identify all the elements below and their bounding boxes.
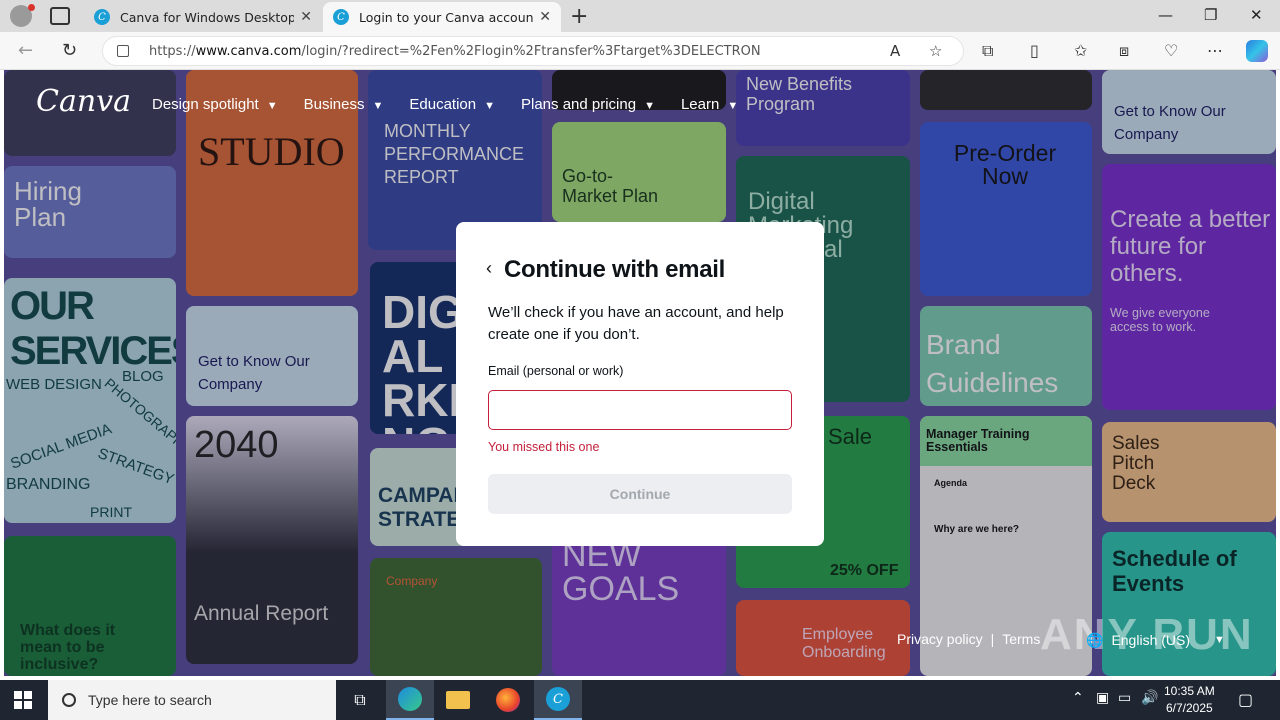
tab-canva-desktop[interactable]: C Canva for Windows Desktop App ✕ [84, 2, 322, 32]
language-label: English (US) [1111, 632, 1191, 648]
lock-icon [117, 45, 129, 57]
email-field[interactable] [488, 390, 792, 430]
taskbar-search-input[interactable]: Type here to search [48, 680, 336, 720]
back-icon[interactable]: ← [18, 40, 33, 61]
nav-education[interactable]: Education ▼ [409, 96, 495, 113]
dialog-title: Continue with email [504, 256, 725, 283]
clock-time: 10:35 AM [1164, 684, 1215, 698]
tray-meet-icon[interactable]: ▣ [1096, 690, 1109, 706]
back-chevron-icon[interactable]: ‹ [486, 258, 492, 279]
taskbar-clock[interactable]: 10:35 AM 6/7/2025 [1164, 683, 1215, 717]
volume-icon[interactable]: 🔊 [1141, 690, 1158, 706]
terms-link[interactable]: Terms [1002, 631, 1040, 647]
window-close-icon[interactable]: ✕ [1250, 6, 1263, 24]
browser-tab-bar: C Canva for Windows Desktop App ✕ C Logi… [0, 0, 1280, 32]
language-selector[interactable]: 🌐 English (US) ▼ [1086, 626, 1242, 654]
globe-icon: 🌐 [1086, 631, 1104, 648]
dialog-description: We’ll check if you have an account, and … [488, 304, 784, 343]
more-options-icon[interactable]: ⋯ [1207, 41, 1223, 60]
chevron-down-icon: ▼ [266, 100, 278, 112]
minimize-icon[interactable]: — [1158, 6, 1173, 24]
canva-taskbar-icon[interactable]: C [534, 680, 582, 720]
footer-links: Privacy policy | Terms [897, 631, 1040, 647]
privacy-policy-link[interactable]: Privacy policy [897, 631, 983, 647]
split-screen-icon[interactable]: ▯ [1030, 41, 1039, 60]
tab-canva-login[interactable]: C Login to your Canva account ✕ [323, 2, 561, 32]
search-icon [62, 693, 76, 707]
tray-chevron-up-icon[interactable]: ⌃ [1072, 690, 1084, 706]
windows-taskbar: Type here to search ⧉ C ⌃ ▣ ▭ 🔊 10:35 AM… [0, 680, 1280, 720]
clock-date: 6/7/2025 [1165, 701, 1213, 715]
file-explorer-icon[interactable] [434, 680, 482, 720]
extensions-icon[interactable]: ⧉ [982, 41, 993, 61]
new-tab-icon[interactable]: + [570, 4, 588, 29]
search-placeholder: Type here to search [88, 692, 212, 708]
notification-dot [28, 4, 35, 11]
nav-design-spotlight[interactable]: Design spotlight ▼ [152, 96, 278, 113]
chevron-down-icon: ▼ [644, 100, 655, 112]
performance-icon[interactable]: ♡ [1164, 41, 1178, 60]
collections-icon[interactable]: ⧈ [1119, 41, 1129, 61]
address-bar-row: ← ↻ https://www.canva.com/login/?redirec… [0, 32, 1280, 70]
url-text: https://www.canva.com/login/?redirect=%2… [149, 43, 761, 59]
chevron-down-icon: ▼ [484, 100, 495, 112]
notifications-icon[interactable]: ▢ [1238, 690, 1253, 709]
tab-title: Canva for Windows Desktop App [120, 9, 295, 25]
refresh-icon[interactable]: ↻ [62, 40, 77, 61]
chevron-down-icon: ▼ [372, 100, 384, 112]
maximize-icon[interactable]: ❐ [1204, 6, 1217, 24]
edge-taskbar-icon[interactable] [386, 680, 434, 720]
top-navigation: Design spotlight ▼ Business ▼ Education ▼ P… [152, 96, 738, 113]
copilot-icon[interactable] [1246, 40, 1268, 62]
network-icon[interactable]: ▭ [1118, 690, 1131, 706]
continue-button[interactable]: Continue [488, 474, 792, 514]
nav-plans-pricing[interactable]: Plans and pricing ▼ [521, 96, 655, 113]
footer-divider: | [990, 631, 995, 647]
task-view-icon[interactable]: ⧉ [336, 680, 384, 720]
canva-favicon-icon: C [94, 9, 110, 25]
tab-title: Login to your Canva account [359, 9, 534, 25]
firefox-icon[interactable] [484, 680, 532, 720]
email-error: You missed this one [488, 440, 600, 454]
nav-learn[interactable]: Learn ▼ [681, 96, 738, 113]
tab-actions-icon[interactable] [50, 7, 70, 25]
favorite-star-icon[interactable]: ☆ [929, 42, 942, 60]
canva-favicon-icon: C [333, 9, 349, 25]
canva-logo[interactable]: Canva [36, 84, 131, 119]
nav-business[interactable]: Business ▼ [304, 96, 384, 113]
close-tab-icon[interactable]: ✕ [539, 9, 551, 25]
email-label: Email (personal or work) [488, 364, 624, 378]
close-tab-icon[interactable]: ✕ [300, 9, 312, 25]
read-aloud-icon[interactable]: A [890, 42, 900, 60]
favorites-icon[interactable]: ✩ [1074, 41, 1087, 60]
login-email-dialog: ‹ Continue with email We’ll check if you… [456, 222, 824, 546]
chevron-down-icon: ▼ [1214, 634, 1225, 646]
windows-start-icon[interactable] [14, 691, 32, 709]
url-field[interactable]: https://www.canva.com/login/?redirect=%2… [102, 36, 964, 66]
chevron-down-icon: ▼ [727, 100, 739, 112]
